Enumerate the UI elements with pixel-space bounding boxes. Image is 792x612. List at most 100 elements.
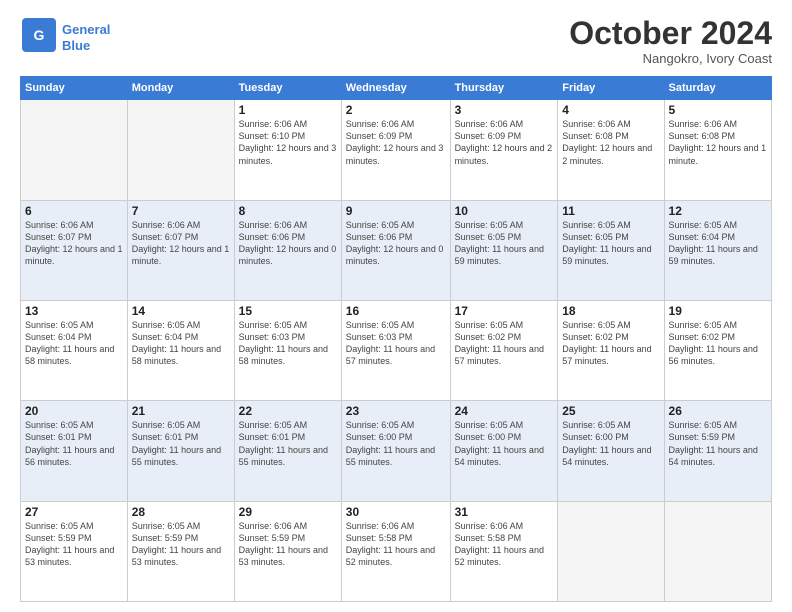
day-number: 5 [669,103,767,117]
day-number: 2 [346,103,446,117]
day-info: Sunrise: 6:06 AM Sunset: 5:58 PM Dayligh… [346,520,446,569]
day-number: 1 [239,103,337,117]
calendar-cell: 19Sunrise: 6:05 AM Sunset: 6:02 PM Dayli… [664,300,771,400]
calendar-cell: 7Sunrise: 6:06 AM Sunset: 6:07 PM Daylig… [127,200,234,300]
day-number: 23 [346,404,446,418]
calendar-cell: 30Sunrise: 6:06 AM Sunset: 5:58 PM Dayli… [341,501,450,601]
day-info: Sunrise: 6:06 AM Sunset: 6:08 PM Dayligh… [562,118,659,167]
calendar-cell [558,501,664,601]
day-info: Sunrise: 6:05 AM Sunset: 6:03 PM Dayligh… [239,319,337,368]
day-number: 22 [239,404,337,418]
calendar-week-row: 13Sunrise: 6:05 AM Sunset: 6:04 PM Dayli… [21,300,772,400]
day-info: Sunrise: 6:05 AM Sunset: 6:05 PM Dayligh… [455,219,554,268]
day-info: Sunrise: 6:06 AM Sunset: 6:06 PM Dayligh… [239,219,337,268]
calendar-header-row: Sunday Monday Tuesday Wednesday Thursday… [21,77,772,100]
day-info: Sunrise: 6:05 AM Sunset: 5:59 PM Dayligh… [669,419,767,468]
day-info: Sunrise: 6:05 AM Sunset: 6:01 PM Dayligh… [239,419,337,468]
calendar-cell: 1Sunrise: 6:06 AM Sunset: 6:10 PM Daylig… [234,100,341,200]
calendar-cell: 8Sunrise: 6:06 AM Sunset: 6:06 PM Daylig… [234,200,341,300]
day-number: 24 [455,404,554,418]
page: G General Blue October 2024 Nangokro, Iv… [0,0,792,612]
day-info: Sunrise: 6:05 AM Sunset: 5:59 PM Dayligh… [25,520,123,569]
calendar-cell: 14Sunrise: 6:05 AM Sunset: 6:04 PM Dayli… [127,300,234,400]
calendar-cell: 20Sunrise: 6:05 AM Sunset: 6:01 PM Dayli… [21,401,128,501]
day-info: Sunrise: 6:05 AM Sunset: 6:00 PM Dayligh… [455,419,554,468]
calendar-cell: 6Sunrise: 6:06 AM Sunset: 6:07 PM Daylig… [21,200,128,300]
calendar-cell: 13Sunrise: 6:05 AM Sunset: 6:04 PM Dayli… [21,300,128,400]
day-number: 11 [562,204,659,218]
day-info: Sunrise: 6:06 AM Sunset: 6:10 PM Dayligh… [239,118,337,167]
calendar-table: Sunday Monday Tuesday Wednesday Thursday… [20,76,772,602]
calendar-cell: 28Sunrise: 6:05 AM Sunset: 5:59 PM Dayli… [127,501,234,601]
logo: G General Blue [20,16,110,59]
calendar-cell: 15Sunrise: 6:05 AM Sunset: 6:03 PM Dayli… [234,300,341,400]
title-block: October 2024 Nangokro, Ivory Coast [569,16,772,66]
header-tuesday: Tuesday [234,77,341,100]
day-info: Sunrise: 6:05 AM Sunset: 6:00 PM Dayligh… [346,419,446,468]
calendar-cell [21,100,128,200]
logo-text: General Blue [62,22,110,53]
day-number: 18 [562,304,659,318]
day-info: Sunrise: 6:05 AM Sunset: 6:01 PM Dayligh… [132,419,230,468]
day-info: Sunrise: 6:05 AM Sunset: 6:00 PM Dayligh… [562,419,659,468]
calendar-cell: 25Sunrise: 6:05 AM Sunset: 6:00 PM Dayli… [558,401,664,501]
calendar-cell: 23Sunrise: 6:05 AM Sunset: 6:00 PM Dayli… [341,401,450,501]
day-number: 28 [132,505,230,519]
header-monday: Monday [127,77,234,100]
month-title: October 2024 [569,16,772,51]
day-info: Sunrise: 6:06 AM Sunset: 6:09 PM Dayligh… [455,118,554,167]
day-number: 27 [25,505,123,519]
day-number: 13 [25,304,123,318]
calendar-cell: 2Sunrise: 6:06 AM Sunset: 6:09 PM Daylig… [341,100,450,200]
day-info: Sunrise: 6:05 AM Sunset: 6:03 PM Dayligh… [346,319,446,368]
calendar-cell: 24Sunrise: 6:05 AM Sunset: 6:00 PM Dayli… [450,401,558,501]
calendar-cell: 31Sunrise: 6:06 AM Sunset: 5:58 PM Dayli… [450,501,558,601]
day-number: 17 [455,304,554,318]
day-info: Sunrise: 6:05 AM Sunset: 6:02 PM Dayligh… [669,319,767,368]
calendar-cell: 10Sunrise: 6:05 AM Sunset: 6:05 PM Dayli… [450,200,558,300]
day-info: Sunrise: 6:05 AM Sunset: 6:04 PM Dayligh… [132,319,230,368]
day-number: 29 [239,505,337,519]
calendar-cell: 12Sunrise: 6:05 AM Sunset: 6:04 PM Dayli… [664,200,771,300]
day-info: Sunrise: 6:05 AM Sunset: 6:02 PM Dayligh… [455,319,554,368]
day-number: 21 [132,404,230,418]
calendar-cell: 9Sunrise: 6:05 AM Sunset: 6:06 PM Daylig… [341,200,450,300]
calendar-week-row: 27Sunrise: 6:05 AM Sunset: 5:59 PM Dayli… [21,501,772,601]
day-info: Sunrise: 6:06 AM Sunset: 6:07 PM Dayligh… [25,219,123,268]
calendar-cell: 5Sunrise: 6:06 AM Sunset: 6:08 PM Daylig… [664,100,771,200]
day-info: Sunrise: 6:05 AM Sunset: 6:02 PM Dayligh… [562,319,659,368]
day-number: 20 [25,404,123,418]
calendar-cell: 3Sunrise: 6:06 AM Sunset: 6:09 PM Daylig… [450,100,558,200]
logo-line2: Blue [62,38,90,53]
day-number: 8 [239,204,337,218]
logo-line1: General [62,22,110,37]
calendar-cell: 21Sunrise: 6:05 AM Sunset: 6:01 PM Dayli… [127,401,234,501]
day-number: 3 [455,103,554,117]
day-info: Sunrise: 6:06 AM Sunset: 5:58 PM Dayligh… [455,520,554,569]
day-info: Sunrise: 6:06 AM Sunset: 5:59 PM Dayligh… [239,520,337,569]
day-info: Sunrise: 6:06 AM Sunset: 6:07 PM Dayligh… [132,219,230,268]
day-number: 25 [562,404,659,418]
calendar-cell: 26Sunrise: 6:05 AM Sunset: 5:59 PM Dayli… [664,401,771,501]
day-info: Sunrise: 6:05 AM Sunset: 6:04 PM Dayligh… [669,219,767,268]
day-number: 14 [132,304,230,318]
header-thursday: Thursday [450,77,558,100]
day-number: 15 [239,304,337,318]
day-number: 26 [669,404,767,418]
header-wednesday: Wednesday [341,77,450,100]
calendar-week-row: 20 Sunrise: 6:05 AM Sunset: 6:01 PM Dayli… [21,401,772,501]
header-sunday: Sunday [21,77,128,100]
calendar-cell [127,100,234,200]
calendar-week-row: 1Sunrise: 6:06 AM Sunset: 6:10 PM Daylig… [21,100,772,200]
day-number: 4 [562,103,659,117]
header: G General Blue October 2024 Nangokro, Iv… [20,16,772,66]
calendar-cell [664,501,771,601]
calendar-cell: 27Sunrise: 6:05 AM Sunset: 5:59 PM Dayli… [21,501,128,601]
calendar-week-row: 6Sunrise: 6:06 AM Sunset: 6:07 PM Daylig… [21,200,772,300]
day-number: 12 [669,204,767,218]
day-info: Sunrise: 6:06 AM Sunset: 6:09 PM Dayligh… [346,118,446,167]
day-info: Sunrise: 6:05 AM Sunset: 6:04 PM Dayligh… [25,319,123,368]
calendar-cell: 4Sunrise: 6:06 AM Sunset: 6:08 PM Daylig… [558,100,664,200]
calendar-cell: 17Sunrise: 6:05 AM Sunset: 6:02 PM Dayli… [450,300,558,400]
header-friday: Friday [558,77,664,100]
